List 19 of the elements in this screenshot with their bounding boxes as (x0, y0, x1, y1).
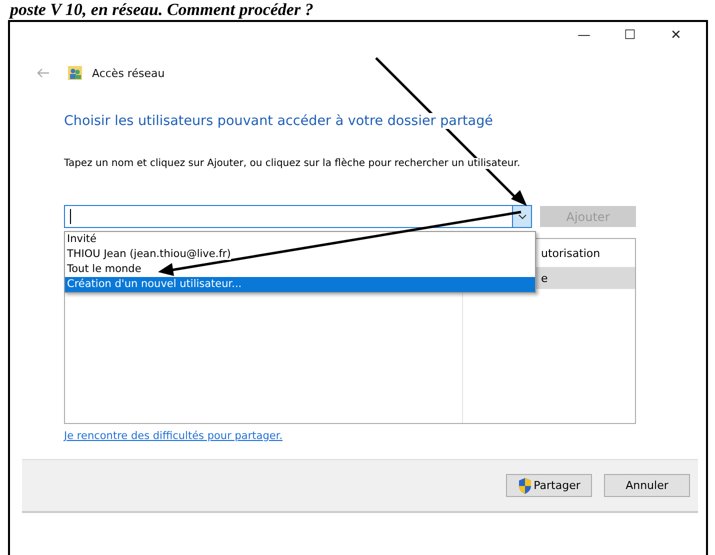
instruction-text: Tapez un nom et cliquez sur Ajouter, ou cliquez sur la flèche pour rechercher un utilisateur. (64, 158, 520, 169)
chevron-icon (518, 214, 526, 220)
dialog-heading: Choisir les utilisateurs pouvant accéder à votre dossier partagé (64, 113, 493, 129)
dropdown-item[interactable]: THIOU Jean (jean.thiou@live.fr) (65, 247, 535, 262)
document-heading: poste V 10, en réseau. Comment procéder ? (8, 0, 314, 20)
window-title: Accès réseau (92, 66, 165, 80)
window-control[interactable]: ✕ (668, 28, 684, 52)
dropdown-button[interactable] (512, 206, 531, 227)
dropdown-item[interactable]: Invité (65, 232, 535, 247)
dropdown-item[interactable]: Création d'un nouvel utilisateur... (65, 277, 535, 292)
dialog-button[interactable]: Annuler (604, 474, 690, 497)
dialog-button[interactable]: Partager (506, 474, 592, 497)
user-combo-box[interactable] (64, 205, 532, 228)
window-control[interactable]: ☐ (622, 28, 638, 52)
window-control[interactable]: — (576, 28, 592, 52)
users-icon (68, 66, 82, 80)
dropdown-item[interactable]: Tout le monde (65, 262, 535, 277)
shield-icon (518, 478, 532, 494)
help-link[interactable]: Je rencontre des difficultés pour partager. (64, 430, 283, 442)
